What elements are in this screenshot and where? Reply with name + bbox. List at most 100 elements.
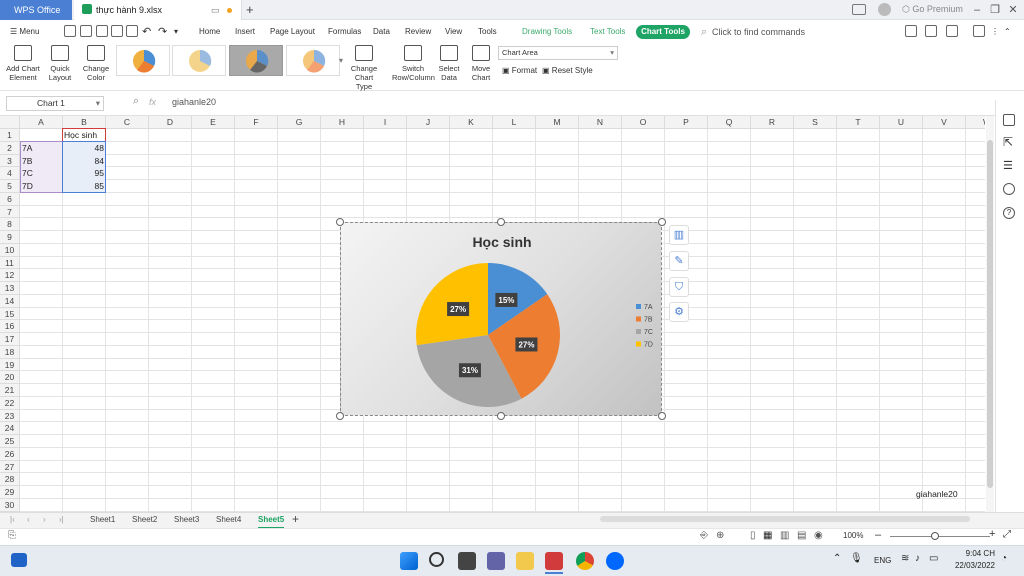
data-label-7d[interactable]: 27%: [447, 302, 470, 317]
sheet-tab-1[interactable]: Sheet1: [90, 513, 115, 527]
freeze-icon[interactable]: ⊕: [716, 530, 724, 541]
column-header-s[interactable]: S: [794, 116, 837, 129]
save-icon[interactable]: [80, 25, 92, 37]
row-header-16[interactable]: 16: [0, 320, 20, 333]
row-header-30[interactable]: 30: [0, 498, 20, 512]
vertical-scroll-thumb[interactable]: [987, 140, 993, 488]
chart-style-3[interactable]: [229, 45, 283, 76]
notification-icon[interactable]: ◔: [1001, 553, 1007, 564]
search-icon[interactable]: [429, 552, 444, 567]
menu-home[interactable]: Home: [199, 21, 220, 43]
cell-v29[interactable]: giahanle20: [916, 488, 958, 500]
row-header-23[interactable]: 23: [0, 409, 20, 423]
new-tab-button[interactable]: +: [246, 0, 254, 20]
select-all-corner[interactable]: [0, 116, 20, 129]
resize-handle-br[interactable]: [658, 412, 666, 420]
print-preview-icon[interactable]: [126, 25, 138, 37]
row-header-8[interactable]: 8: [0, 218, 20, 231]
task-view-icon[interactable]: [458, 552, 476, 570]
column-header-j[interactable]: J: [407, 116, 450, 129]
menu-tools[interactable]: Tools: [478, 21, 497, 43]
row-header-27[interactable]: 27: [0, 460, 20, 474]
battery-icon[interactable]: ▭: [929, 553, 938, 564]
horizontal-scrollbar[interactable]: [600, 516, 970, 522]
reset-style-button[interactable]: ▣ Reset Style: [542, 66, 593, 75]
row-header-25[interactable]: 25: [0, 435, 20, 448]
sheet-tab-4[interactable]: Sheet4: [216, 513, 241, 527]
more-styles-icon[interactable]: ▾: [339, 56, 343, 65]
more-options-icon[interactable]: ⋮: [991, 21, 999, 43]
column-header-d[interactable]: D: [149, 116, 192, 129]
share-icon[interactable]: [905, 25, 917, 37]
menu-data[interactable]: Data: [373, 21, 390, 43]
row-header-18[interactable]: 18: [0, 345, 20, 359]
help-icon[interactable]: ?: [1003, 207, 1015, 219]
cell-a5[interactable]: 7D: [22, 180, 33, 192]
sheet-tab-5[interactable]: Sheet5: [258, 513, 285, 529]
row-header-12[interactable]: 12: [0, 269, 20, 282]
change-chart-type-button[interactable]: Change Chart Type: [346, 45, 382, 91]
row-header-26[interactable]: 26: [0, 447, 20, 461]
row-header-22[interactable]: 22: [0, 396, 20, 410]
cell-b1[interactable]: Học sinh: [64, 129, 97, 141]
row-header-6[interactable]: 6: [0, 192, 20, 206]
menu-formulas[interactable]: Formulas: [328, 21, 361, 43]
widgets-icon[interactable]: [11, 553, 27, 567]
chart-settings-gear-icon[interactable]: ⚙: [669, 302, 689, 322]
protect-icon[interactable]: ⎆: [700, 530, 708, 541]
column-header-n[interactable]: N: [579, 116, 622, 129]
open-folder-icon[interactable]: [64, 25, 76, 37]
column-header-e[interactable]: E: [192, 116, 235, 129]
language-indicator[interactable]: ENG: [874, 556, 891, 565]
zoom-slider-thumb[interactable]: [931, 532, 939, 540]
resize-handle-tr[interactable]: [658, 218, 666, 226]
column-header-g[interactable]: G: [278, 116, 321, 129]
collapse-ribbon-icon[interactable]: ⌃: [1004, 21, 1011, 43]
go-premium-button[interactable]: ⬡ Go Premium: [902, 4, 963, 15]
column-header-p[interactable]: P: [665, 116, 708, 129]
zoom-level[interactable]: 100%: [843, 531, 863, 540]
row-header-5[interactable]: 5: [0, 180, 20, 193]
sync-icon[interactable]: [946, 25, 958, 37]
sheet-tab-3[interactable]: Sheet3: [174, 513, 199, 527]
redo-icon[interactable]: ↷: [158, 21, 167, 43]
comment-icon[interactable]: [973, 25, 985, 37]
column-header-l[interactable]: L: [493, 116, 536, 129]
data-label-7b[interactable]: 27%: [515, 337, 538, 352]
column-header-t[interactable]: T: [837, 116, 880, 129]
file-explorer-icon[interactable]: [516, 552, 534, 570]
row-header-21[interactable]: 21: [0, 384, 20, 397]
add-chart-element-button[interactable]: Add Chart Element: [4, 45, 42, 82]
menu-insert[interactable]: Insert: [235, 21, 255, 43]
column-header-r[interactable]: R: [751, 116, 794, 129]
column-header-k[interactable]: K: [450, 116, 493, 129]
clock-time[interactable]: 9:04 CH: [955, 549, 995, 558]
column-header-w[interactable]: W: [966, 116, 985, 129]
row-header-1[interactable]: 1: [0, 129, 20, 142]
zoom-search-icon[interactable]: ⌕: [133, 95, 139, 108]
row-header-24[interactable]: 24: [0, 422, 20, 435]
column-header-f[interactable]: F: [235, 116, 278, 129]
data-label-7c[interactable]: 31%: [458, 363, 481, 378]
tray-expand-icon[interactable]: ⌃: [833, 553, 841, 564]
column-header-m[interactable]: M: [536, 116, 579, 129]
formula-input[interactable]: giahanle20: [172, 97, 216, 107]
minimize-icon[interactable]: –: [968, 0, 986, 20]
row-header-19[interactable]: 19: [0, 358, 20, 372]
fx-icon[interactable]: fx: [149, 97, 156, 107]
chart-style-1[interactable]: [116, 45, 170, 76]
resize-handle-t[interactable]: [497, 218, 505, 226]
next-sheet-icon[interactable]: ›: [43, 513, 46, 527]
column-header-o[interactable]: O: [622, 116, 665, 129]
customize-quick-access-icon[interactable]: ▾: [174, 21, 178, 43]
resize-handle-tl[interactable]: [336, 218, 344, 226]
cell-a3[interactable]: 7B: [22, 155, 32, 167]
column-header-h[interactable]: H: [321, 116, 364, 129]
row-header-3[interactable]: 3: [0, 154, 20, 168]
fullscreen-icon[interactable]: ⤢: [1003, 529, 1011, 540]
volume-icon[interactable]: ♪: [915, 553, 920, 564]
print-icon[interactable]: [111, 25, 123, 37]
menu-text-tools[interactable]: Text Tools: [590, 21, 625, 43]
cell-b4[interactable]: 95: [64, 167, 104, 179]
row-header-13[interactable]: 13: [0, 282, 20, 295]
